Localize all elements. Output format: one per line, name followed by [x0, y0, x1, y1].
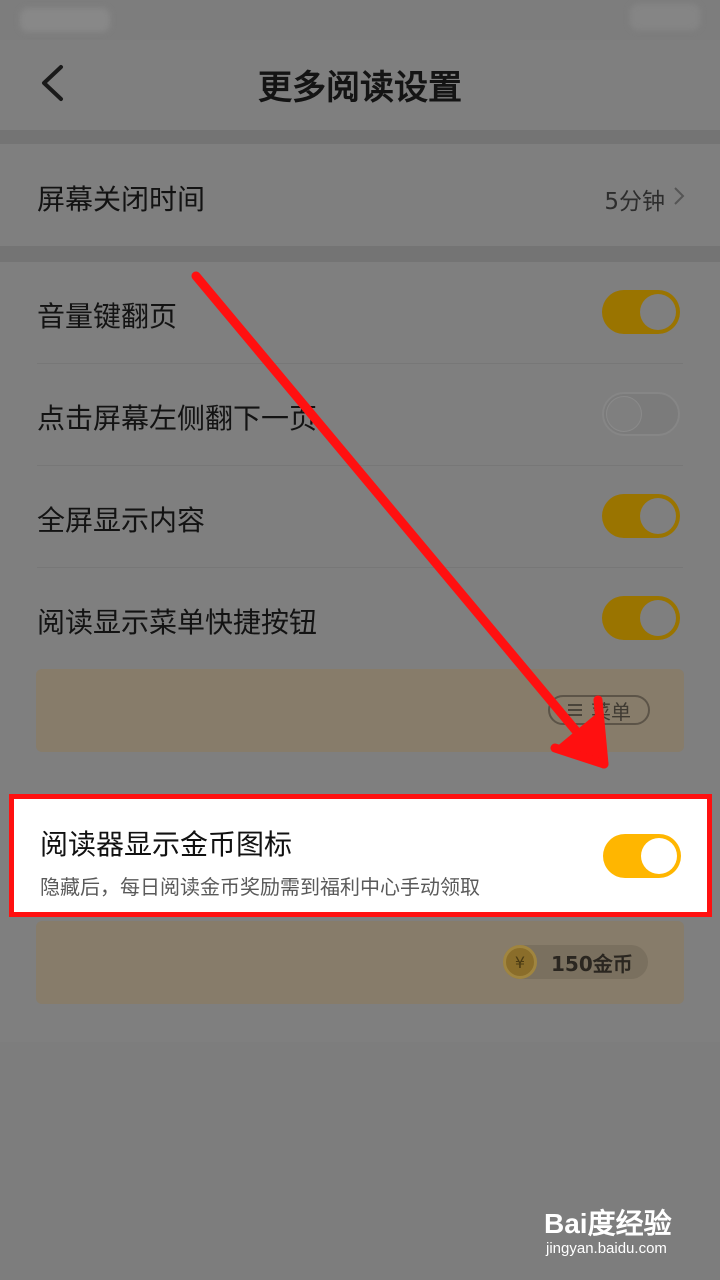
setting-label: 阅读显示菜单快捷按钮 [37, 606, 318, 639]
coin-icon-preview: ¥ 150金币 [36, 921, 684, 1004]
status-bar [0, 0, 720, 40]
coin-setting-label: 阅读器显示金币图标 [40, 828, 293, 861]
menu-shortcut-preview: 菜单 [36, 669, 684, 752]
setting-row-menu-shortcut: 阅读显示菜单快捷按钮 [0, 568, 720, 669]
setting-label: 全屏显示内容 [37, 504, 206, 537]
setting-row-fullscreen: 全屏显示内容 [0, 466, 720, 567]
coin-icon-toggle[interactable] [603, 834, 681, 878]
toggle-knob [606, 396, 642, 432]
coin-preview-pill: ¥ 150金币 [503, 945, 648, 979]
toggle-knob [640, 600, 676, 636]
coin-setting-highlight: 阅读器显示金币图标 隐藏后，每日阅读金币奖励需到福利中心手动领取 [9, 794, 712, 917]
menu-preview-label: 菜单 [591, 699, 631, 724]
toggle-knob [640, 498, 676, 534]
fullscreen-toggle[interactable] [602, 494, 680, 538]
setting-label: 点击屏幕左侧翻下一页 [37, 402, 318, 435]
volume-page-turn-toggle[interactable] [602, 290, 680, 334]
toggle-knob [640, 294, 676, 330]
setting-row-volume-page-turn: 音量键翻页 [0, 262, 720, 363]
nav-bar: 更多阅读设置 [0, 40, 720, 130]
screen-off-time-row[interactable]: 屏幕关闭时间 5分钟 [0, 144, 720, 246]
setting-label: 音量键翻页 [37, 300, 178, 333]
section-divider [0, 246, 720, 262]
coin-preview-label: 150金币 [551, 951, 633, 976]
page-title: 更多阅读设置 [258, 68, 462, 108]
reading-settings-page: 更多阅读设置 屏幕关闭时间 5分钟 音量键翻页 点击屏幕左侧翻下一页 全屏显示内… [0, 0, 720, 1280]
watermark-logo: Bai度经验 [544, 1208, 672, 1239]
setting-row-tap-left-next-page: 点击屏幕左侧翻下一页 [0, 364, 720, 465]
chevron-right-icon [674, 187, 685, 205]
screen-off-time-value: 5分钟 [604, 189, 665, 215]
status-bar-right-blurred [630, 4, 700, 30]
settings-group: 音量键翻页 点击屏幕左侧翻下一页 全屏显示内容 阅读显示菜单快捷按钮 菜单 ¥ … [0, 262, 720, 1042]
watermark-url: jingyan.baidu.com [546, 1240, 667, 1257]
menu-shortcut-toggle[interactable] [602, 596, 680, 640]
tap-left-next-page-toggle[interactable] [602, 392, 680, 436]
coin-setting-description: 隐藏后，每日阅读金币奖励需到福利中心手动领取 [40, 875, 480, 899]
coin-icon: ¥ [503, 945, 537, 979]
watermark: Bai度经验 jingyan.baidu.com [544, 1202, 684, 1262]
status-bar-left-blurred [20, 8, 110, 32]
menu-lines-icon [568, 704, 582, 716]
section-divider [0, 130, 720, 144]
toggle-knob [641, 838, 677, 874]
screen-off-time-label: 屏幕关闭时间 [37, 183, 206, 216]
menu-preview-pill: 菜单 [548, 695, 650, 725]
